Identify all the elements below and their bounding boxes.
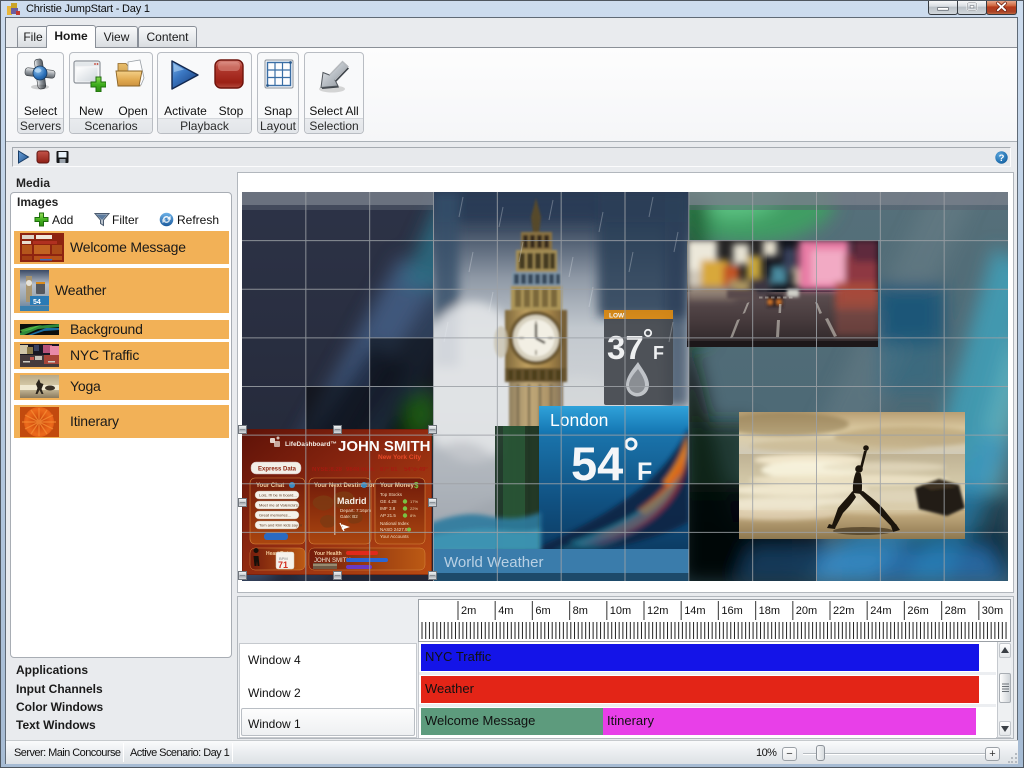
svg-text:10m: 10m <box>610 605 631 617</box>
svg-text:28m: 28m <box>945 605 966 617</box>
svg-text:6m: 6m <box>535 605 550 617</box>
svg-text:54: 54 <box>33 299 41 306</box>
svg-text:22m: 22m <box>833 605 854 617</box>
svg-text:?: ? <box>999 153 1005 164</box>
svg-text:18m: 18m <box>759 605 780 617</box>
svg-text:4m: 4m <box>498 605 513 617</box>
svg-text:14m: 14m <box>684 605 705 617</box>
svg-text:24m: 24m <box>870 605 891 617</box>
svg-text:16m: 16m <box>721 605 742 617</box>
svg-text:30m: 30m <box>982 605 1003 617</box>
svg-text:26m: 26m <box>907 605 928 617</box>
svg-text:20m: 20m <box>796 605 817 617</box>
svg-text:12m: 12m <box>647 605 668 617</box>
svg-text:8m: 8m <box>573 605 588 617</box>
svg-text:2m: 2m <box>461 605 476 617</box>
